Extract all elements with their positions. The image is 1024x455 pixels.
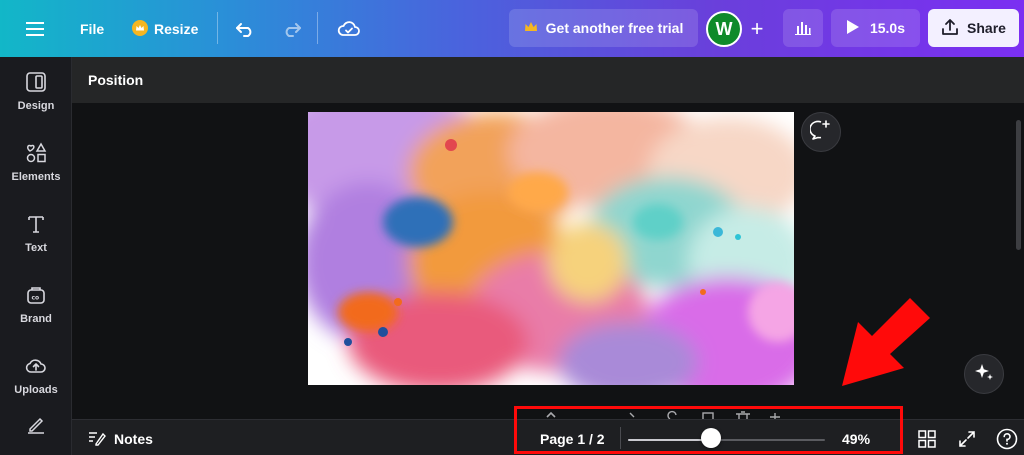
elements-icon — [25, 141, 47, 167]
duration-label: 15.0s — [869, 20, 906, 36]
undo-icon[interactable] — [233, 16, 259, 42]
text-icon — [25, 213, 47, 238]
sidebar-item-uploads[interactable]: Uploads — [0, 345, 72, 405]
sidebar-item-brand[interactable]: co Brand — [0, 274, 72, 334]
uploads-icon — [25, 355, 47, 380]
zoom-slider-track[interactable] — [628, 439, 825, 441]
draw-icon — [25, 412, 47, 437]
cloud-saved-icon[interactable] — [336, 16, 362, 42]
free-trial-button[interactable]: Get another free trial — [509, 9, 698, 47]
sidebar-item-elements[interactable]: Elements — [0, 132, 72, 192]
zoom-slider-fill — [628, 439, 711, 441]
vertical-scrollbar[interactable] — [1016, 120, 1021, 250]
file-menu-button[interactable]: File — [74, 16, 110, 42]
bar-chart-icon — [794, 19, 812, 38]
notes-button[interactable]: Notes — [88, 429, 153, 449]
upload-icon — [941, 18, 959, 39]
page-title: Position — [88, 72, 144, 88]
design-icon — [25, 71, 47, 96]
zoom-slider-handle[interactable] — [701, 428, 721, 448]
position-header[interactable]: Position — [72, 57, 1024, 103]
share-label: Share — [967, 20, 1006, 36]
divider — [620, 427, 621, 449]
top-toolbar: File Resize Get another free trial W + 1… — [0, 0, 1024, 57]
sidebar-item-draw[interactable] — [0, 412, 72, 452]
sidebar-item-label: Brand — [20, 312, 52, 325]
bottom-bar: Notes Page 1 / 2 49% — [72, 419, 1024, 455]
avatar[interactable]: W — [706, 11, 742, 47]
magic-assistant-button[interactable] — [964, 354, 1004, 394]
notes-label: Notes — [114, 431, 153, 447]
sidebar-item-label: Design — [17, 99, 55, 112]
page-indicator[interactable]: Page 1 / 2 — [540, 431, 605, 447]
design-page-canvas[interactable] — [308, 112, 794, 385]
share-button[interactable]: Share — [928, 9, 1019, 47]
brand-icon: co — [25, 284, 47, 309]
fullscreen-icon[interactable] — [957, 429, 977, 449]
help-icon[interactable] — [996, 428, 1018, 450]
free-trial-label: Get another free trial — [545, 20, 684, 36]
resize-button[interactable]: Resize — [126, 16, 204, 42]
grid-view-icon[interactable] — [917, 429, 937, 449]
comment-plus-icon — [809, 119, 832, 146]
sidebar-item-text[interactable]: Text — [0, 203, 72, 263]
sidebar-item-label: Text — [25, 241, 47, 254]
divider — [317, 12, 318, 44]
notes-icon — [88, 430, 106, 449]
add-comment-button[interactable] — [801, 112, 841, 152]
add-collaborator-button[interactable]: + — [744, 16, 770, 42]
sidebar-item-design[interactable]: Design — [0, 61, 72, 121]
left-sidebar: Design Elements Text co Brand Uploads — [0, 57, 72, 455]
play-icon — [846, 19, 860, 38]
resize-label: Resize — [154, 21, 199, 37]
svg-text:co: co — [32, 294, 40, 301]
menu-icon[interactable] — [22, 16, 48, 42]
zoom-level[interactable]: 49% — [842, 431, 870, 447]
sparkle-icon — [973, 361, 995, 388]
redo-icon[interactable] — [278, 16, 304, 42]
crown-icon — [132, 19, 148, 39]
watercolor-artwork — [308, 112, 794, 385]
present-button[interactable]: 15.0s — [831, 9, 920, 47]
sidebar-item-label: Elements — [11, 170, 61, 183]
insights-button[interactable] — [783, 9, 823, 47]
crown-icon — [524, 20, 538, 36]
divider — [217, 12, 218, 44]
sidebar-item-label: Uploads — [14, 383, 58, 396]
